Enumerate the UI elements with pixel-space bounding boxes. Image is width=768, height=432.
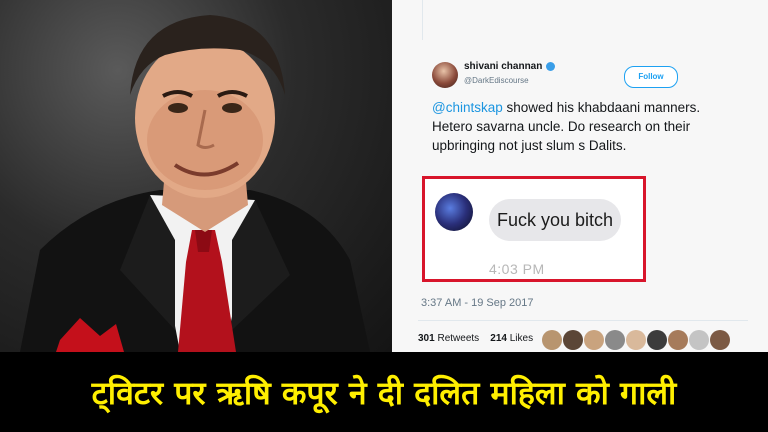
liker-avatar[interactable] (626, 330, 646, 350)
liker-avatar[interactable] (710, 330, 730, 350)
tweet-card: shivani channan @DarkEdiscourse Follow @… (392, 0, 768, 352)
portrait-photo (0, 0, 392, 352)
likes-count[interactable]: 214 (490, 333, 507, 344)
user-display-name[interactable]: shivani channan (464, 61, 556, 72)
tweet-stats: 301 Retweets 214 Likes (418, 333, 533, 344)
tweet-text: @chintskap showed his khabdaani manners.… (432, 98, 702, 155)
news-thumbnail: shivani channan @DarkEdiscourse Follow @… (0, 0, 768, 432)
follow-button[interactable]: Follow (624, 66, 678, 88)
mention-link[interactable]: @chintskap (432, 100, 503, 115)
tweet-timestamp[interactable]: 3:37 AM - 19 Sep 2017 (421, 297, 534, 309)
divider (422, 0, 423, 40)
liker-avatar[interactable] (668, 330, 688, 350)
message-time: 4:03 PM (489, 261, 545, 277)
highlighted-message-screenshot: Fuck you bitch 4:03 PM (422, 176, 646, 282)
portrait-illustration (20, 15, 370, 352)
liker-avatar[interactable] (542, 330, 562, 350)
liker-avatar[interactable] (689, 330, 709, 350)
likes-label[interactable]: Likes (510, 333, 533, 344)
message-bubble: Fuck you bitch (489, 199, 621, 241)
liker-avatar[interactable] (605, 330, 625, 350)
liker-avatar[interactable] (647, 330, 667, 350)
headline-banner: ट्विटर पर ऋषि कपूर ने दी दलित महिला को ग… (0, 352, 768, 432)
user-handle[interactable]: @DarkEdiscourse (464, 76, 529, 85)
display-name-text: shivani channan (464, 61, 543, 72)
liker-avatar[interactable] (563, 330, 583, 350)
divider (418, 320, 748, 321)
user-avatar[interactable] (432, 62, 458, 88)
retweets-label[interactable]: Retweets (437, 333, 479, 344)
headline-text: ट्विटर पर ऋषि कपूर ने दी दलित महिला को ग… (91, 373, 677, 412)
retweets-count[interactable]: 301 (418, 333, 435, 344)
liker-avatar[interactable] (584, 330, 604, 350)
verified-badge-icon (546, 61, 556, 71)
sender-avatar (435, 193, 473, 231)
